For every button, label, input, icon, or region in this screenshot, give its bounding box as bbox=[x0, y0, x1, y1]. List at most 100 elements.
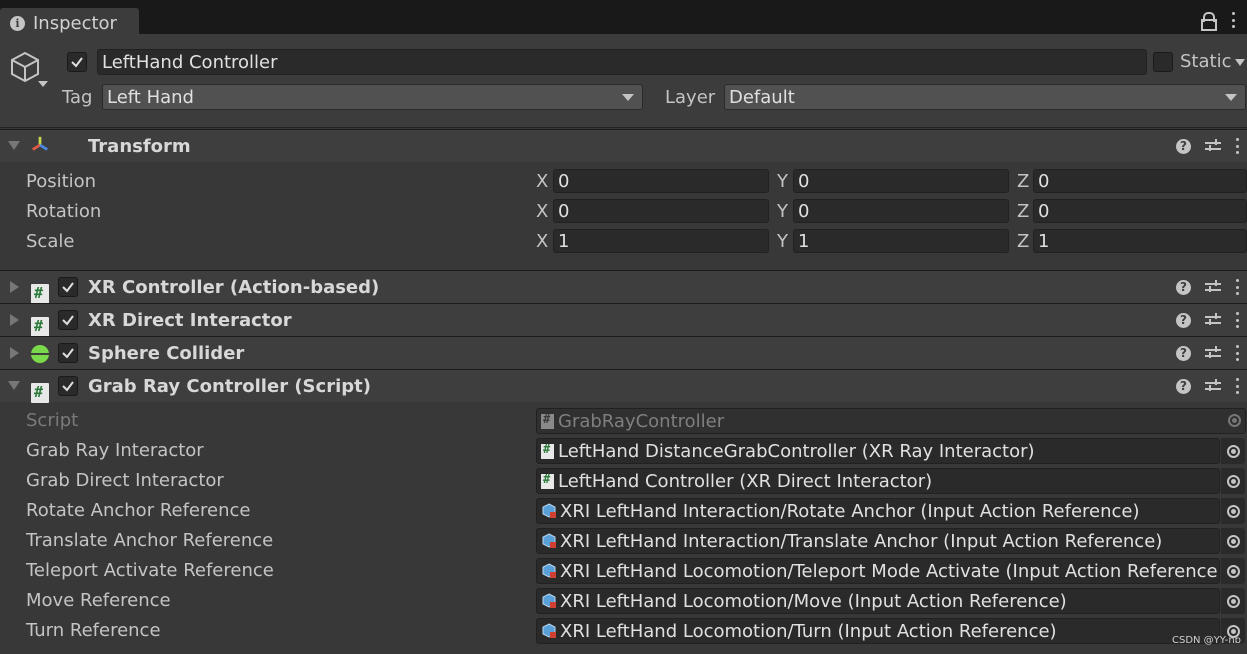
grab-direct-interactor-label: Grab Direct Interactor bbox=[26, 470, 224, 491]
foldout-closed-icon[interactable] bbox=[10, 281, 19, 293]
grab-ray-controller-header[interactable]: Grab Ray Controller (Script) ? bbox=[0, 369, 1247, 403]
translate-anchor-reference-field[interactable]: XRI LeftHand Interaction/Translate Ancho… bbox=[536, 528, 1220, 554]
teleport-activate-reference-field[interactable]: XRI LeftHand Locomotion/Teleport Mode Ac… bbox=[536, 558, 1220, 584]
position-y-field[interactable]: 0 bbox=[793, 169, 1009, 193]
input-action-icon bbox=[542, 593, 556, 608]
more-options-icon[interactable] bbox=[1235, 345, 1239, 361]
scale-label: Scale bbox=[26, 231, 75, 252]
layer-dropdown[interactable]: Default bbox=[724, 84, 1246, 110]
object-picker-button[interactable] bbox=[1221, 438, 1245, 464]
axis-z-label[interactable]: Z bbox=[1017, 171, 1029, 192]
help-icon[interactable]: ? bbox=[1176, 279, 1191, 295]
object-picker-icon bbox=[1228, 414, 1241, 427]
component-enabled-checkbox[interactable] bbox=[58, 277, 78, 297]
axis-x-label[interactable]: X bbox=[536, 201, 548, 222]
tag-value: Left Hand bbox=[107, 86, 194, 108]
component-title: XR Direct Interactor bbox=[88, 310, 292, 331]
grab-ray-interactor-label: Grab Ray Interactor bbox=[26, 440, 204, 461]
more-options-icon[interactable] bbox=[1235, 378, 1239, 394]
transform-header[interactable]: Transform ? bbox=[0, 129, 1247, 162]
static-dropdown-caret[interactable] bbox=[1235, 59, 1245, 66]
rotation-z-field[interactable]: 0 bbox=[1033, 199, 1247, 223]
object-name-input[interactable]: LeftHand Controller bbox=[97, 49, 1147, 75]
field-value: XRI LeftHand Interaction/Translate Ancho… bbox=[560, 530, 1163, 552]
scale-z-field[interactable]: 1 bbox=[1033, 229, 1247, 253]
axis-z-label[interactable]: Z bbox=[1017, 231, 1029, 252]
foldout-open-icon[interactable] bbox=[8, 141, 20, 150]
turn-reference-field[interactable]: XRI LeftHand Locomotion/Turn (Input Acti… bbox=[536, 618, 1220, 644]
active-checkbox[interactable] bbox=[67, 52, 87, 72]
object-picker-button[interactable] bbox=[1221, 498, 1245, 524]
more-options-icon[interactable] bbox=[1235, 279, 1239, 295]
sphere-collider-header[interactable]: Sphere Collider ? bbox=[0, 336, 1247, 369]
object-picker-button[interactable] bbox=[1221, 588, 1245, 614]
lock-icon[interactable] bbox=[1201, 12, 1217, 31]
presets-icon[interactable] bbox=[1205, 280, 1221, 294]
rotate-anchor-reference-label: Rotate Anchor Reference bbox=[26, 500, 251, 521]
presets-icon[interactable] bbox=[1205, 346, 1221, 360]
transform-icon bbox=[32, 136, 48, 151]
axis-x-label[interactable]: X bbox=[536, 171, 548, 192]
static-checkbox[interactable] bbox=[1153, 52, 1173, 72]
tag-dropdown[interactable]: Left Hand bbox=[102, 84, 643, 110]
script-icon bbox=[31, 284, 49, 304]
object-picker-button[interactable] bbox=[1221, 528, 1245, 554]
xr-direct-interactor-header[interactable]: XR Direct Interactor ? bbox=[0, 303, 1247, 337]
chevron-down-icon bbox=[1225, 94, 1237, 101]
component-enabled-checkbox[interactable] bbox=[58, 343, 78, 363]
axis-y-label[interactable]: Y bbox=[777, 231, 788, 252]
input-action-icon bbox=[542, 623, 556, 638]
turn-reference-label: Turn Reference bbox=[26, 620, 161, 641]
axis-z-label[interactable]: Z bbox=[1017, 201, 1029, 222]
position-label: Position bbox=[26, 171, 97, 192]
axis-y-label[interactable]: Y bbox=[777, 171, 788, 192]
move-reference-label: Move Reference bbox=[26, 590, 171, 611]
rotation-y-field[interactable]: 0 bbox=[793, 199, 1009, 223]
tab-label: Inspector bbox=[33, 12, 117, 34]
grab-direct-interactor-field[interactable]: LeftHand Controller (XR Direct Interacto… bbox=[536, 468, 1220, 494]
chevron-down-icon bbox=[622, 94, 634, 101]
object-picker-icon bbox=[1226, 594, 1240, 608]
grab-ray-interactor-field[interactable]: LeftHand DistanceGrabController (XR Ray … bbox=[536, 438, 1220, 464]
foldout-closed-icon[interactable] bbox=[10, 314, 19, 326]
object-picker-button[interactable] bbox=[1221, 468, 1245, 494]
more-options-icon[interactable] bbox=[1231, 12, 1235, 28]
info-icon: i bbox=[10, 15, 25, 31]
rotation-x-field[interactable]: 0 bbox=[553, 199, 769, 223]
rotate-anchor-reference-field[interactable]: XRI LeftHand Interaction/Rotate Anchor (… bbox=[536, 498, 1220, 524]
component-enabled-checkbox[interactable] bbox=[58, 376, 78, 396]
rotation-label: Rotation bbox=[26, 201, 102, 222]
presets-icon[interactable] bbox=[1205, 313, 1221, 327]
teleport-activate-reference-label: Teleport Activate Reference bbox=[26, 560, 274, 581]
component-enabled-checkbox[interactable] bbox=[58, 310, 78, 330]
scale-y-field[interactable]: 1 bbox=[793, 229, 1009, 253]
help-icon[interactable]: ? bbox=[1176, 378, 1191, 394]
help-icon[interactable]: ? bbox=[1176, 345, 1191, 361]
help-icon[interactable]: ? bbox=[1176, 312, 1191, 328]
axis-y-label[interactable]: Y bbox=[777, 201, 788, 222]
more-options-icon[interactable] bbox=[1235, 138, 1239, 154]
help-icon[interactable]: ? bbox=[1176, 138, 1191, 154]
field-value: XRI LeftHand Interaction/Rotate Anchor (… bbox=[560, 500, 1140, 522]
more-options-icon[interactable] bbox=[1235, 312, 1239, 328]
position-x-field[interactable]: 0 bbox=[553, 169, 769, 193]
position-z-field[interactable]: 0 bbox=[1033, 169, 1247, 193]
scale-x-field[interactable]: 1 bbox=[553, 229, 769, 253]
xr-controller-header[interactable]: XR Controller (Action-based) ? bbox=[0, 270, 1247, 304]
object-picker-button[interactable] bbox=[1221, 558, 1245, 584]
layer-label: Layer bbox=[665, 87, 716, 108]
foldout-open-icon[interactable] bbox=[8, 381, 20, 390]
foldout-closed-icon[interactable] bbox=[10, 347, 19, 359]
tab-bar: i Inspector bbox=[0, 0, 1247, 38]
input-action-icon bbox=[542, 503, 556, 518]
static-label: Static bbox=[1180, 51, 1232, 72]
icon-dropdown-caret[interactable] bbox=[38, 81, 48, 87]
presets-icon[interactable] bbox=[1205, 139, 1221, 153]
move-reference-field[interactable]: XRI LeftHand Locomotion/Move (Input Acti… bbox=[536, 588, 1220, 614]
presets-icon[interactable] bbox=[1205, 379, 1221, 393]
input-action-icon bbox=[542, 563, 556, 578]
script-icon bbox=[541, 412, 554, 429]
cube-icon[interactable] bbox=[8, 50, 42, 84]
tag-label: Tag bbox=[62, 87, 93, 108]
axis-x-label[interactable]: X bbox=[536, 231, 548, 252]
